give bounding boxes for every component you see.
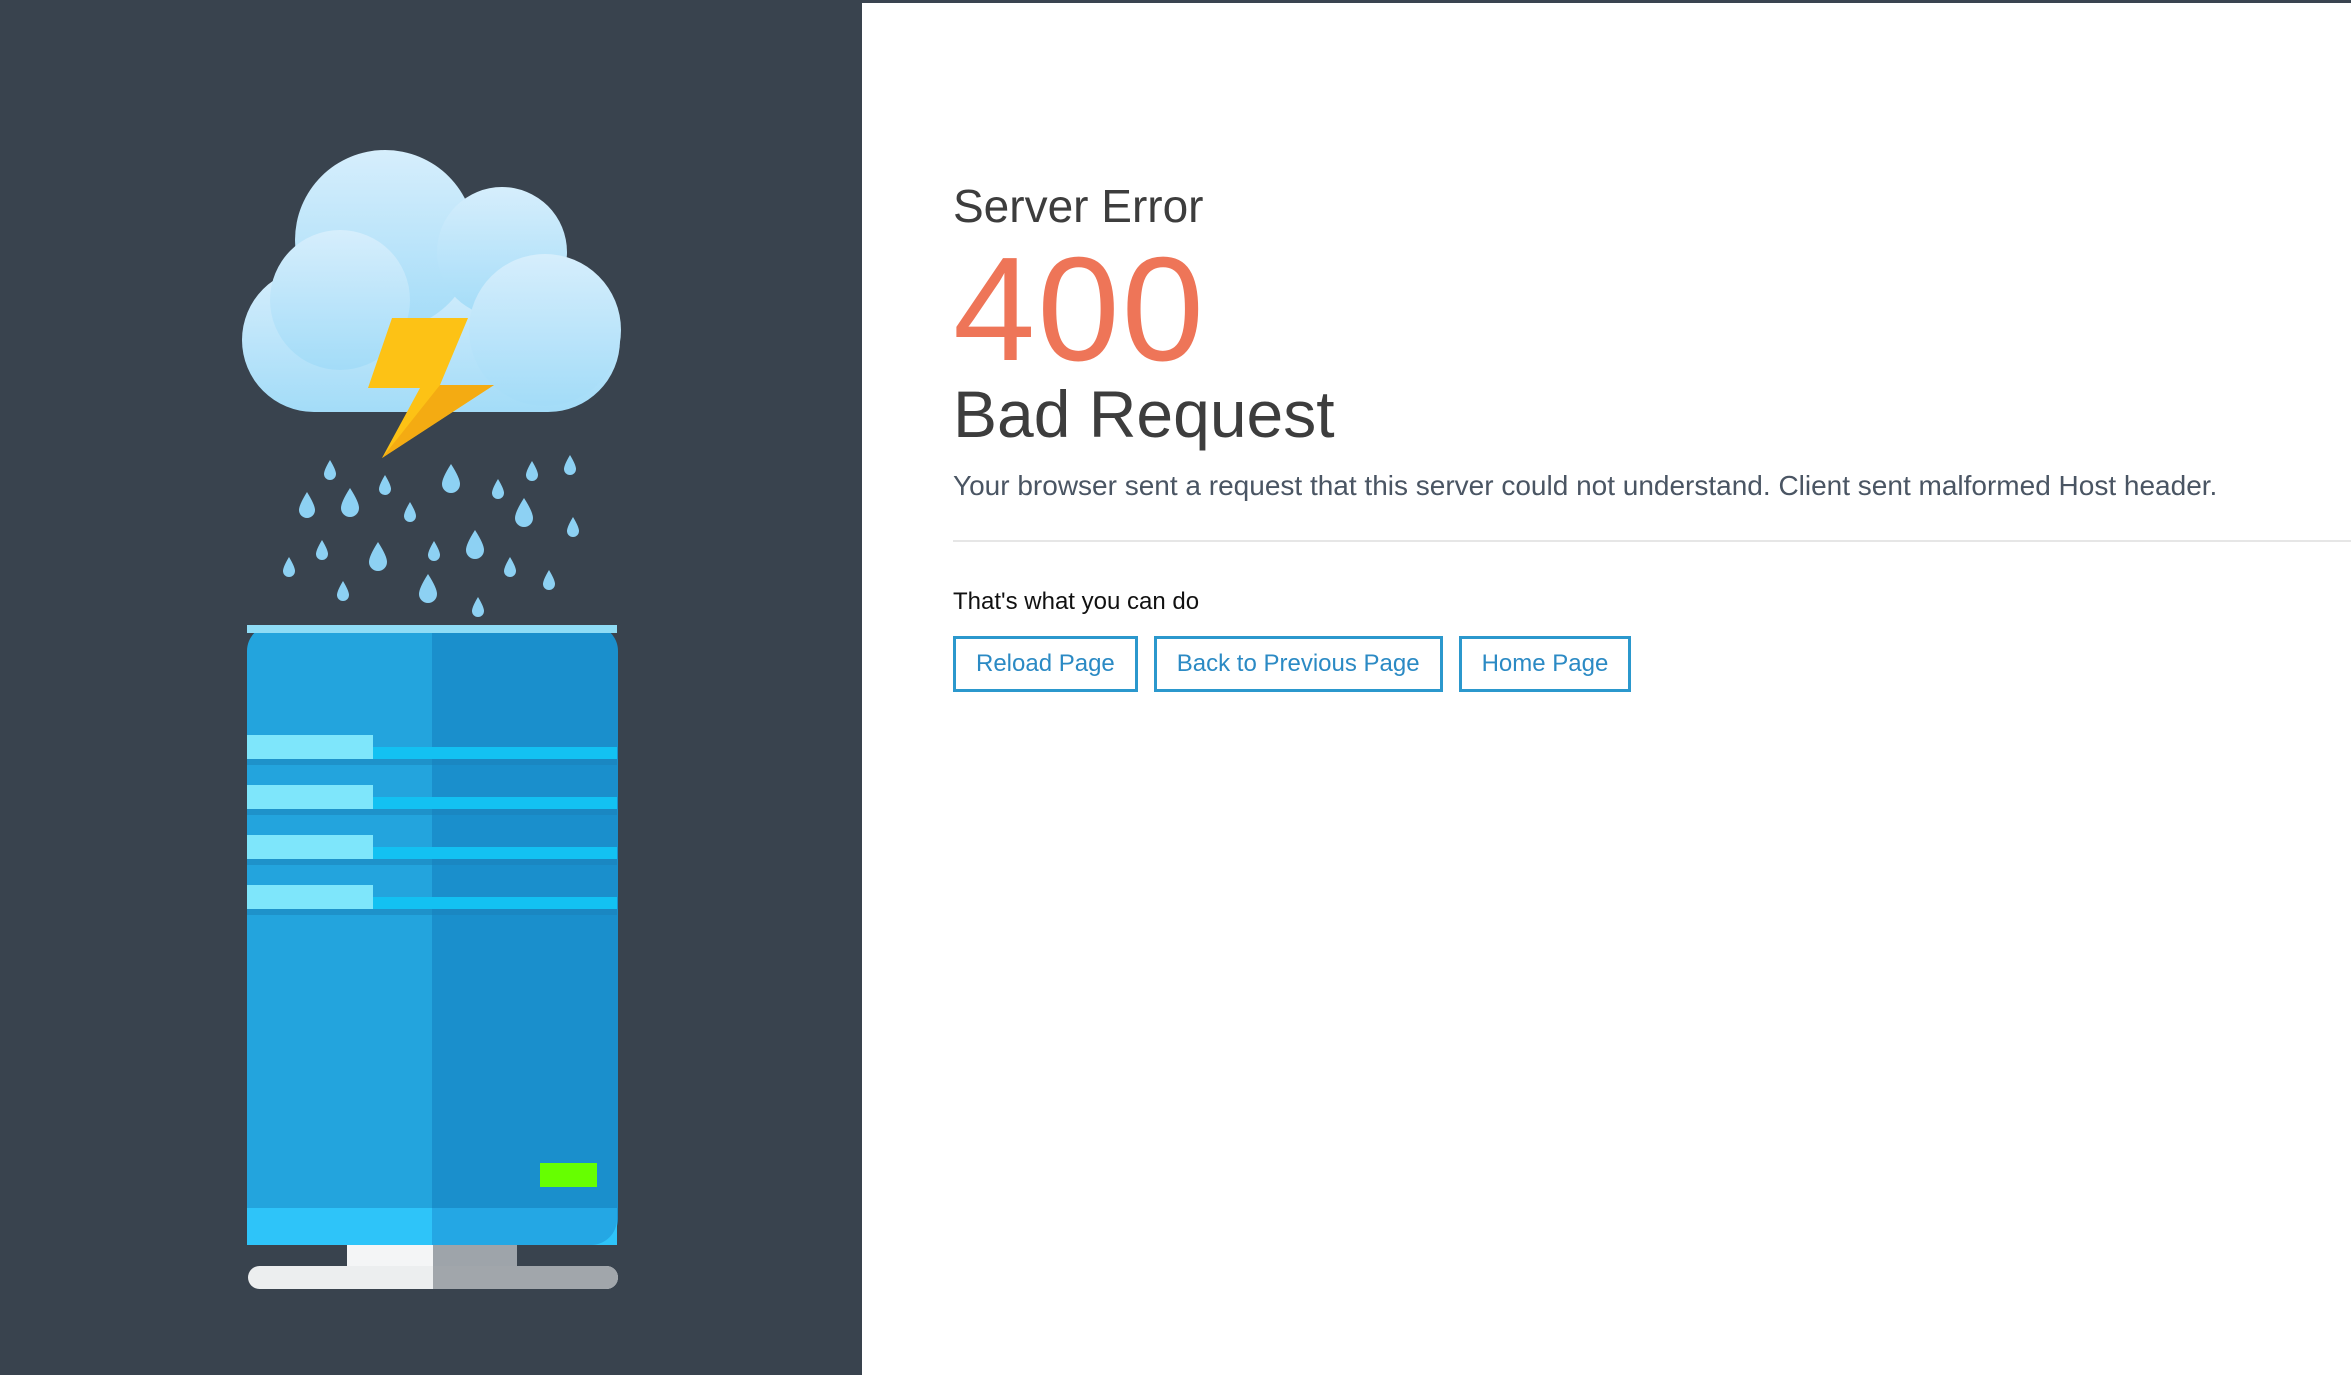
rain-drops xyxy=(283,455,579,617)
server-tower-icon xyxy=(247,625,618,1289)
error-title: Bad Request xyxy=(953,377,1335,451)
actions-row: Reload Page Back to Previous Page Home P… xyxy=(953,636,2351,692)
server-storm-illustration xyxy=(242,150,621,1289)
status-light xyxy=(540,1163,597,1187)
server-stand xyxy=(248,1245,618,1289)
error-panel: Server Error 400 Bad Request Your browse… xyxy=(862,0,2351,1375)
reload-page-button[interactable]: Reload Page xyxy=(953,636,1138,692)
error-label: Server Error xyxy=(953,180,1204,232)
error-code: 400 xyxy=(953,227,1206,392)
home-page-button[interactable]: Home Page xyxy=(1458,636,1632,692)
illustration-panel xyxy=(0,0,862,1375)
error-content: Server Error 400 Bad Request Your browse… xyxy=(953,178,2351,692)
back-to-previous-page-button[interactable]: Back to Previous Page xyxy=(1153,636,1443,692)
error-message: Your browser sent a request that this se… xyxy=(953,470,2218,501)
actions-heading: That's what you can do xyxy=(953,588,1200,615)
divider xyxy=(953,540,2351,542)
